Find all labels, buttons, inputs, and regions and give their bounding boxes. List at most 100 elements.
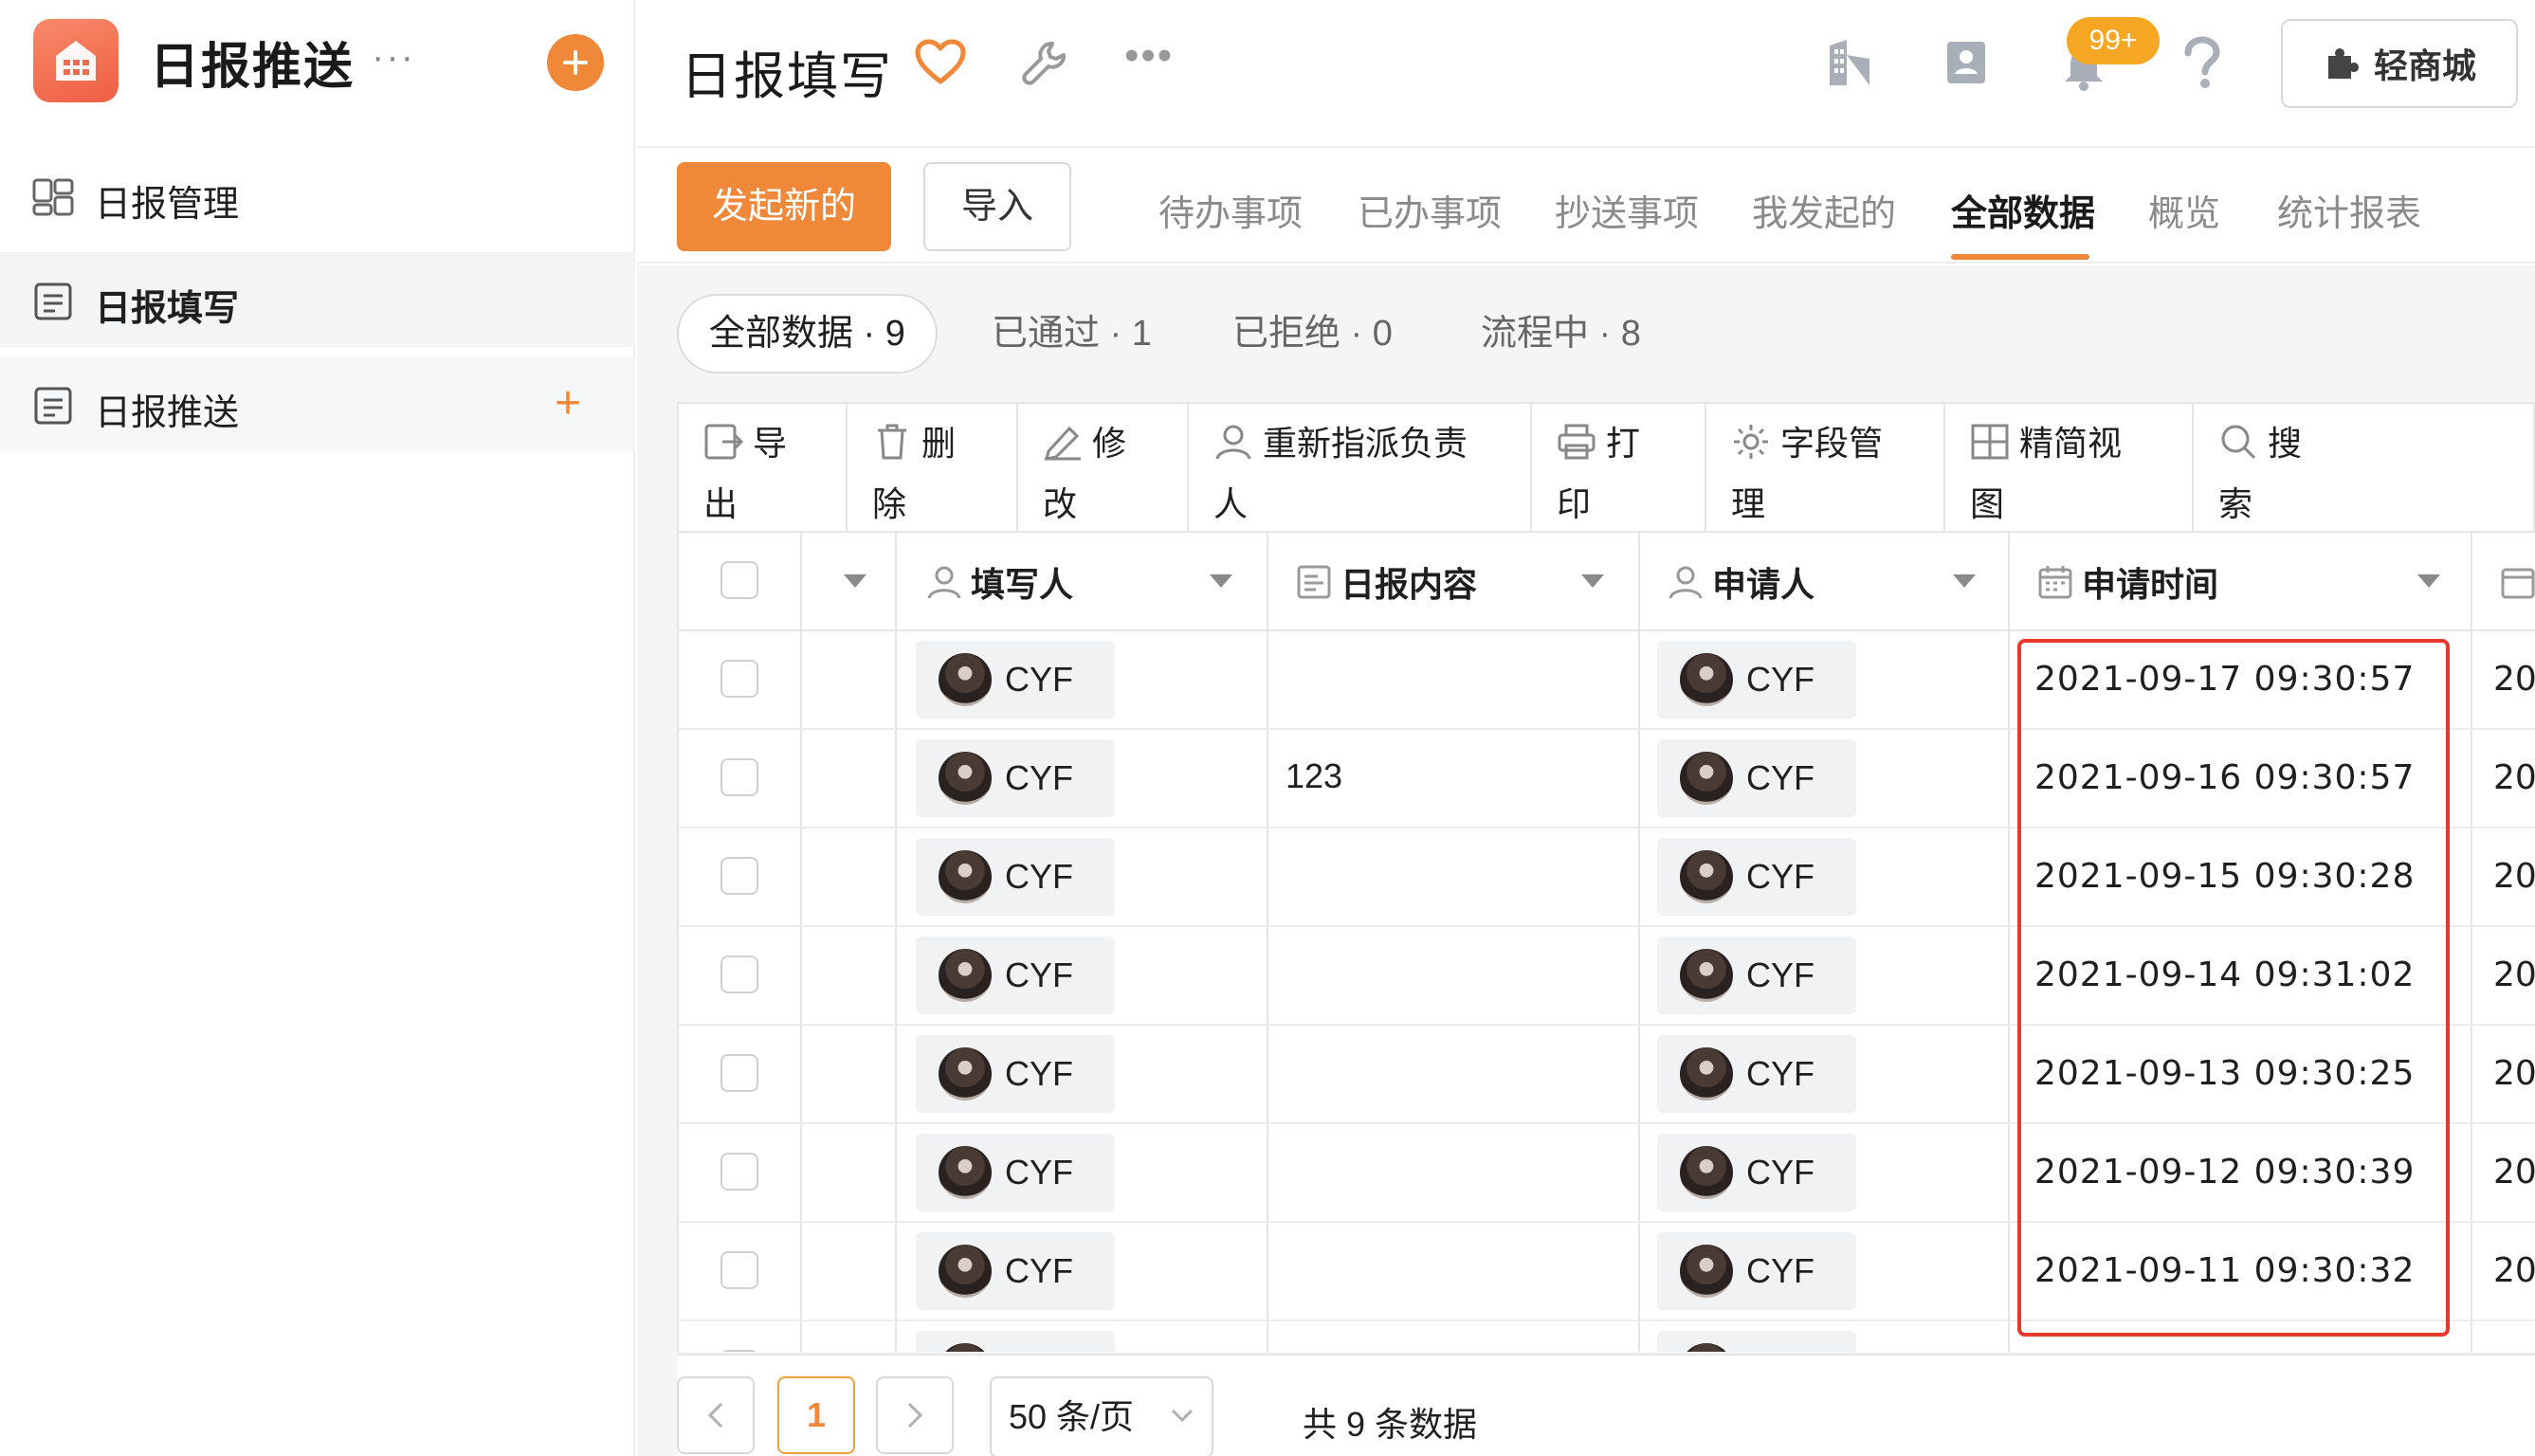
filler-user-chip[interactable]: CYF xyxy=(916,1232,1115,1310)
page-button-current[interactable]: 1 xyxy=(777,1376,855,1454)
building-icon[interactable] xyxy=(1824,36,1877,89)
column-menu-icon[interactable] xyxy=(1953,574,1976,588)
wrench-icon[interactable] xyxy=(1020,38,1069,87)
row-checkbox[interactable] xyxy=(720,1251,758,1289)
column-header-filler[interactable]: 填写人 xyxy=(925,533,1073,631)
store-button[interactable]: 轻商城 xyxy=(2281,19,2518,108)
applicant-user-chip[interactable]: CYF xyxy=(1657,1232,1856,1310)
filler-name: CYF xyxy=(1005,660,1073,699)
column-menu-icon[interactable] xyxy=(1581,574,1604,588)
print-button[interactable]: 打印 xyxy=(1532,404,1706,531)
table-row[interactable]: CYF CYF 2021-09-11 09:30:32 20 xyxy=(679,1223,2535,1321)
import-button[interactable]: 导入 xyxy=(923,162,1071,251)
row-checkbox[interactable] xyxy=(720,956,758,993)
applicant-user-chip[interactable]: CYF xyxy=(1657,739,1856,817)
add-sub-item-icon[interactable]: + xyxy=(555,381,581,427)
tab-all-data[interactable]: 全部数据 xyxy=(1951,184,2095,236)
row-checkbox[interactable] xyxy=(720,660,758,698)
column-menu-icon[interactable] xyxy=(844,574,866,588)
chevron-down-icon xyxy=(1171,1409,1194,1423)
sidebar-item-report-management[interactable]: 日报管理 xyxy=(0,148,635,243)
page-size-select[interactable]: 50 条/页 xyxy=(990,1376,1213,1456)
help-question-icon[interactable] xyxy=(2177,36,2226,89)
filler-user-chip[interactable]: CYF xyxy=(916,1134,1115,1211)
filler-user-chip[interactable]: CYF xyxy=(916,838,1115,916)
applicant-name: CYF xyxy=(1746,660,1815,699)
export-button[interactable]: 导出 xyxy=(679,404,848,531)
applicant-user-chip[interactable]: CYF xyxy=(1657,838,1856,916)
filter-approved[interactable]: 已通过 · 1 xyxy=(992,294,1152,373)
column-header-apply-time[interactable]: 申请时间 xyxy=(2036,533,2218,631)
filter-in-process[interactable]: 流程中 · 8 xyxy=(1481,294,1641,373)
printer-icon xyxy=(1558,424,1596,460)
applicant-user-chip[interactable]: CYF xyxy=(1657,1035,1856,1113)
avatar xyxy=(1680,653,1733,706)
column-header-applicant[interactable]: 申请人 xyxy=(1667,533,1815,631)
table-row[interactable]: CYF CYF 2021-09-13 09:30:25 20 xyxy=(679,1026,2535,1124)
row-checkbox[interactable] xyxy=(720,758,758,796)
column-header-content[interactable]: 日报内容 xyxy=(1295,533,1477,631)
sidebar-item-label: 日报管理 xyxy=(95,185,240,225)
filler-user-chip[interactable]: CYF xyxy=(916,1035,1115,1113)
applicant-user-chip[interactable]: CYF xyxy=(1657,641,1856,719)
favorite-heart-icon[interactable] xyxy=(914,38,967,87)
filler-name: CYF xyxy=(1005,956,1073,994)
column-menu-icon[interactable] xyxy=(1210,574,1232,588)
row-checkbox[interactable] xyxy=(720,1350,758,1352)
add-form-button[interactable] xyxy=(547,34,604,91)
applicant-user-chip[interactable]: CYF xyxy=(1657,1331,1856,1352)
start-new-button[interactable]: 发起新的 xyxy=(677,162,891,251)
search-button[interactable]: 搜索 xyxy=(2194,404,2421,531)
filler-user-chip[interactable]: CYF xyxy=(916,739,1115,817)
table-row[interactable]: CYF CYF 2021-09-10 09:30:10 xyxy=(679,1321,2535,1352)
row-checkbox[interactable] xyxy=(720,857,758,895)
tab-cc[interactable]: 抄送事项 xyxy=(1555,184,1699,236)
row-checkbox[interactable] xyxy=(720,1054,758,1092)
apply-time: 2021-09-12 09:30:39 xyxy=(2034,1153,2416,1192)
notification-badge: 99+ xyxy=(2067,17,2160,64)
next-column-value: 20 xyxy=(2493,956,2535,994)
more-options-icon[interactable]: ••• xyxy=(1124,32,1174,80)
filter-rejected[interactable]: 已拒绝 · 0 xyxy=(1232,294,1393,373)
contacts-icon[interactable] xyxy=(1942,38,1991,87)
dashboard-icon xyxy=(32,178,74,216)
text-field-icon xyxy=(1297,565,1331,599)
table-toolbar: 导出 删除 修改 重新指派负责人 打印 字段管理 精简视图 搜索 xyxy=(677,402,2535,533)
field-management-button[interactable]: 字段管理 xyxy=(1706,404,1945,531)
sidebar-item-report-push[interactable]: 日报推送 + xyxy=(0,356,635,451)
tab-todo[interactable]: 待办事项 xyxy=(1158,184,1303,236)
applicant-user-chip[interactable]: CYF xyxy=(1657,937,1856,1014)
app-more-icon[interactable]: ··· xyxy=(372,36,415,79)
filler-user-chip[interactable]: CYF xyxy=(916,1331,1115,1352)
table-row[interactable]: CYF CYF 2021-09-12 09:30:39 20 xyxy=(679,1124,2535,1223)
tab-done[interactable]: 已办事项 xyxy=(1358,184,1502,236)
reassign-owner-button[interactable]: 重新指派负责人 xyxy=(1189,404,1532,531)
filler-name: CYF xyxy=(1005,857,1073,896)
column-menu-icon[interactable] xyxy=(2417,574,2440,588)
next-page-button[interactable] xyxy=(876,1376,954,1454)
tab-overview[interactable]: 概览 xyxy=(2148,184,2220,236)
tab-initiated[interactable]: 我发起的 xyxy=(1752,184,1896,236)
prev-page-button[interactable] xyxy=(677,1376,755,1454)
table-row[interactable]: CYF CYF 2021-09-17 09:30:57 20 xyxy=(679,631,2535,730)
row-checkbox[interactable] xyxy=(720,1153,758,1191)
compact-view-button[interactable]: 精简视图 xyxy=(1945,404,2194,531)
sidebar-item-report-fill[interactable]: 日报填写 xyxy=(0,252,635,347)
delete-button[interactable]: 删除 xyxy=(848,404,1018,531)
table-row[interactable]: CYF CYF 2021-09-14 09:31:02 20 xyxy=(679,927,2535,1026)
applicant-user-chip[interactable]: CYF xyxy=(1657,1134,1856,1211)
select-all-checkbox[interactable] xyxy=(720,561,758,599)
app-header: 日报推送 ··· xyxy=(0,0,635,123)
next-column-value: 20 xyxy=(2493,660,2535,699)
filler-user-chip[interactable]: CYF xyxy=(916,641,1115,719)
filter-all[interactable]: 全部数据 · 9 xyxy=(677,294,938,373)
filler-user-chip[interactable]: CYF xyxy=(916,937,1115,1014)
avatar xyxy=(1680,752,1733,805)
table-row[interactable]: CYF CYF 2021-09-15 09:30:28 20 xyxy=(679,828,2535,927)
edit-button[interactable]: 修改 xyxy=(1018,404,1189,531)
avatar xyxy=(939,1146,992,1199)
form-icon xyxy=(34,282,72,320)
filler-name: CYF xyxy=(1005,1054,1073,1093)
tab-statistics[interactable]: 统计报表 xyxy=(2277,184,2421,236)
table-row[interactable]: CYF 123 CYF 2021-09-16 09:30:57 20 xyxy=(679,730,2535,828)
